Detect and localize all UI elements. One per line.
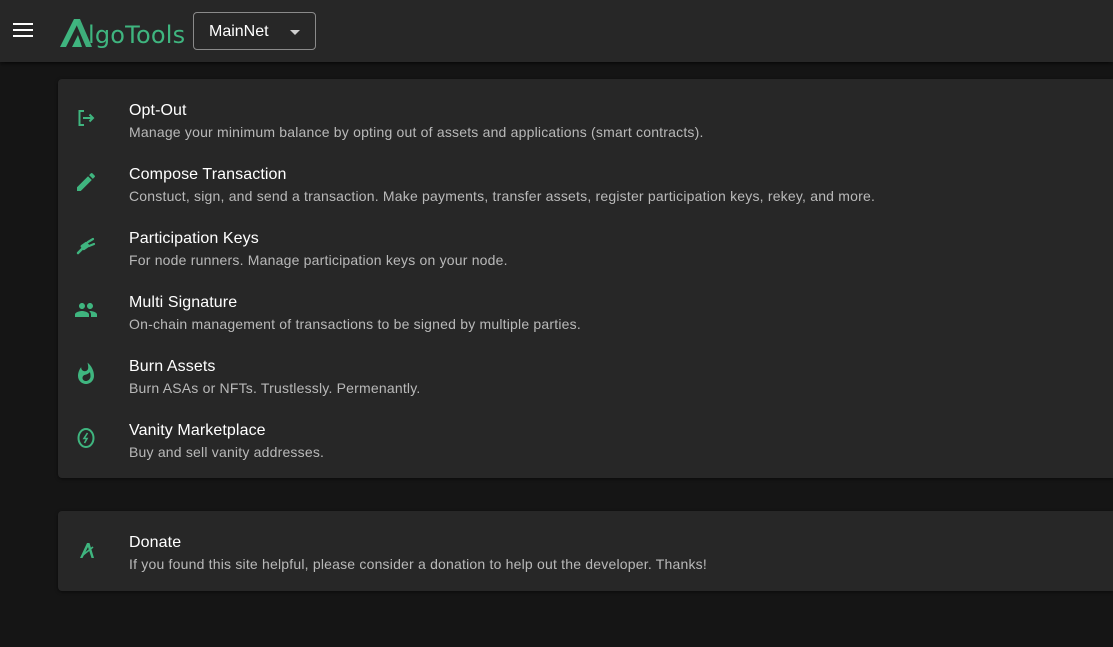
list-item-title: Opt-Out [129,102,187,119]
list-item-participation-keys[interactable]: Participation Keys For node runners. Man… [58,215,1113,279]
people-icon [74,298,98,322]
list-item-title: Burn Assets [129,358,216,375]
network-select-value: MainNet [209,23,269,40]
app-logo-text: lgoTools [88,20,186,49]
list-item-description: Constuct, sign, and send a transaction. … [129,188,876,204]
tools-list: Opt-Out Manage your minimum balance by o… [58,79,1113,478]
menu-icon[interactable] [8,13,38,49]
list-item-compose-transaction[interactable]: Compose Transaction Constuct, sign, and … [58,151,1113,215]
pencil-icon [74,170,98,194]
list-item-title: Participation Keys [129,230,259,247]
list-item-title: Multi Signature [129,294,238,311]
app-bar: lgoTools MainNet [0,0,1113,62]
chevron-down-icon [290,30,300,35]
list-item-description: Burn ASAs or NFTs. Trustlessly. Permenan… [129,380,421,396]
list-item-description: On-chain management of transactions to b… [129,316,581,332]
list-item-description: Buy and sell vanity addresses. [129,444,325,460]
list-item-vanity-marketplace[interactable]: Vanity Marketplace Buy and sell vanity a… [58,407,1113,471]
algorand-icon [74,538,98,562]
app-logo[interactable]: lgoTools [58,14,185,50]
list-item-title: Vanity Marketplace [129,422,266,439]
network-select[interactable]: MainNet [193,12,316,50]
fire-icon [74,362,98,386]
list-item-opt-out[interactable]: Opt-Out Manage your minimum balance by o… [58,87,1113,151]
donate-card: Donate If you found this site helpful, p… [58,511,1113,591]
list-item-description: Manage your minimum balance by opting ou… [129,124,704,140]
list-item-description: For node runners. Manage participation k… [129,252,508,268]
list-item-donate[interactable]: Donate If you found this site helpful, p… [58,519,1113,583]
logout-icon [74,106,98,130]
list-item-title: Compose Transaction [129,166,287,183]
list-item-multi-signature[interactable]: Multi Signature On-chain management of t… [58,279,1113,343]
key-link-icon [74,234,98,258]
list-item-burn-assets[interactable]: Burn Assets Burn ASAs or NFTs. Trustless… [58,343,1113,407]
vanity-icon [74,426,98,450]
list-item-title: Donate [129,534,182,551]
list-item-description: If you found this site helpful, please c… [129,556,707,572]
